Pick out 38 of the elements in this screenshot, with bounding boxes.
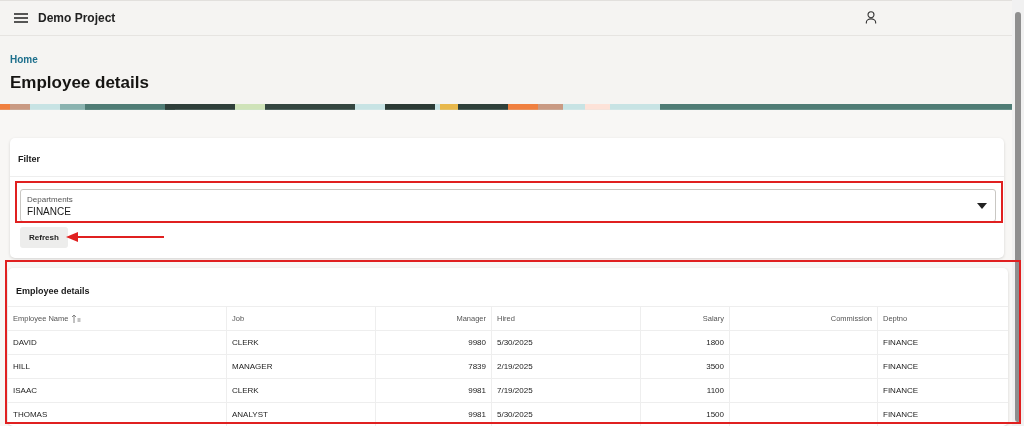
table-cell: CLERK xyxy=(232,338,259,347)
table-cell: 1100 xyxy=(706,386,724,395)
table-cell: MANAGER xyxy=(232,362,273,371)
table-cell: 9980 xyxy=(468,338,486,347)
table-cell: 5/30/2025 xyxy=(497,410,533,419)
table-cell: ISAAC xyxy=(13,386,37,395)
app-title: Demo Project xyxy=(38,10,116,25)
department-select[interactable]: Departments FINANCE xyxy=(20,189,996,222)
breadcrumb-link[interactable]: Home xyxy=(10,53,1002,65)
sort-ascending-icon xyxy=(71,314,82,324)
table-cell: 1800 xyxy=(706,338,724,347)
card-title: Filter xyxy=(18,154,40,164)
user-icon[interactable] xyxy=(865,11,877,25)
field-value: FINANCE xyxy=(27,205,72,217)
caret-icon xyxy=(977,202,987,209)
table-cell: FINANCE xyxy=(883,338,919,347)
table-cell: FINANCE xyxy=(883,386,919,395)
table-cell: 9981 xyxy=(468,386,486,395)
table-cell: DAVID xyxy=(13,338,37,347)
field-label: Departments xyxy=(27,194,74,204)
table-cell: FINANCE xyxy=(883,410,919,419)
refresh-button[interactable]: Refresh xyxy=(20,227,68,248)
scrollbar[interactable] xyxy=(1012,0,1024,426)
table-cell: 1500 xyxy=(706,410,724,419)
table-cell: 7/19/2025 xyxy=(497,386,533,395)
table-cell: 3500 xyxy=(706,362,724,371)
table-cell: CLERK xyxy=(232,386,259,395)
menu-icon[interactable] xyxy=(14,12,28,23)
table-cell: 7839 xyxy=(468,362,486,371)
table-cell: FINANCE xyxy=(883,362,919,371)
page-title: Employee details xyxy=(10,72,150,93)
table-cell: ANALYST xyxy=(232,410,268,419)
table-cell: 5/30/2025 xyxy=(497,338,533,347)
table-cell: 2/19/2025 xyxy=(497,362,533,371)
table-cell: 9981 xyxy=(468,410,486,419)
table-cell: THOMAS xyxy=(13,410,48,419)
card-title: Employee details xyxy=(16,286,90,296)
table-cell: HILL xyxy=(13,362,30,371)
